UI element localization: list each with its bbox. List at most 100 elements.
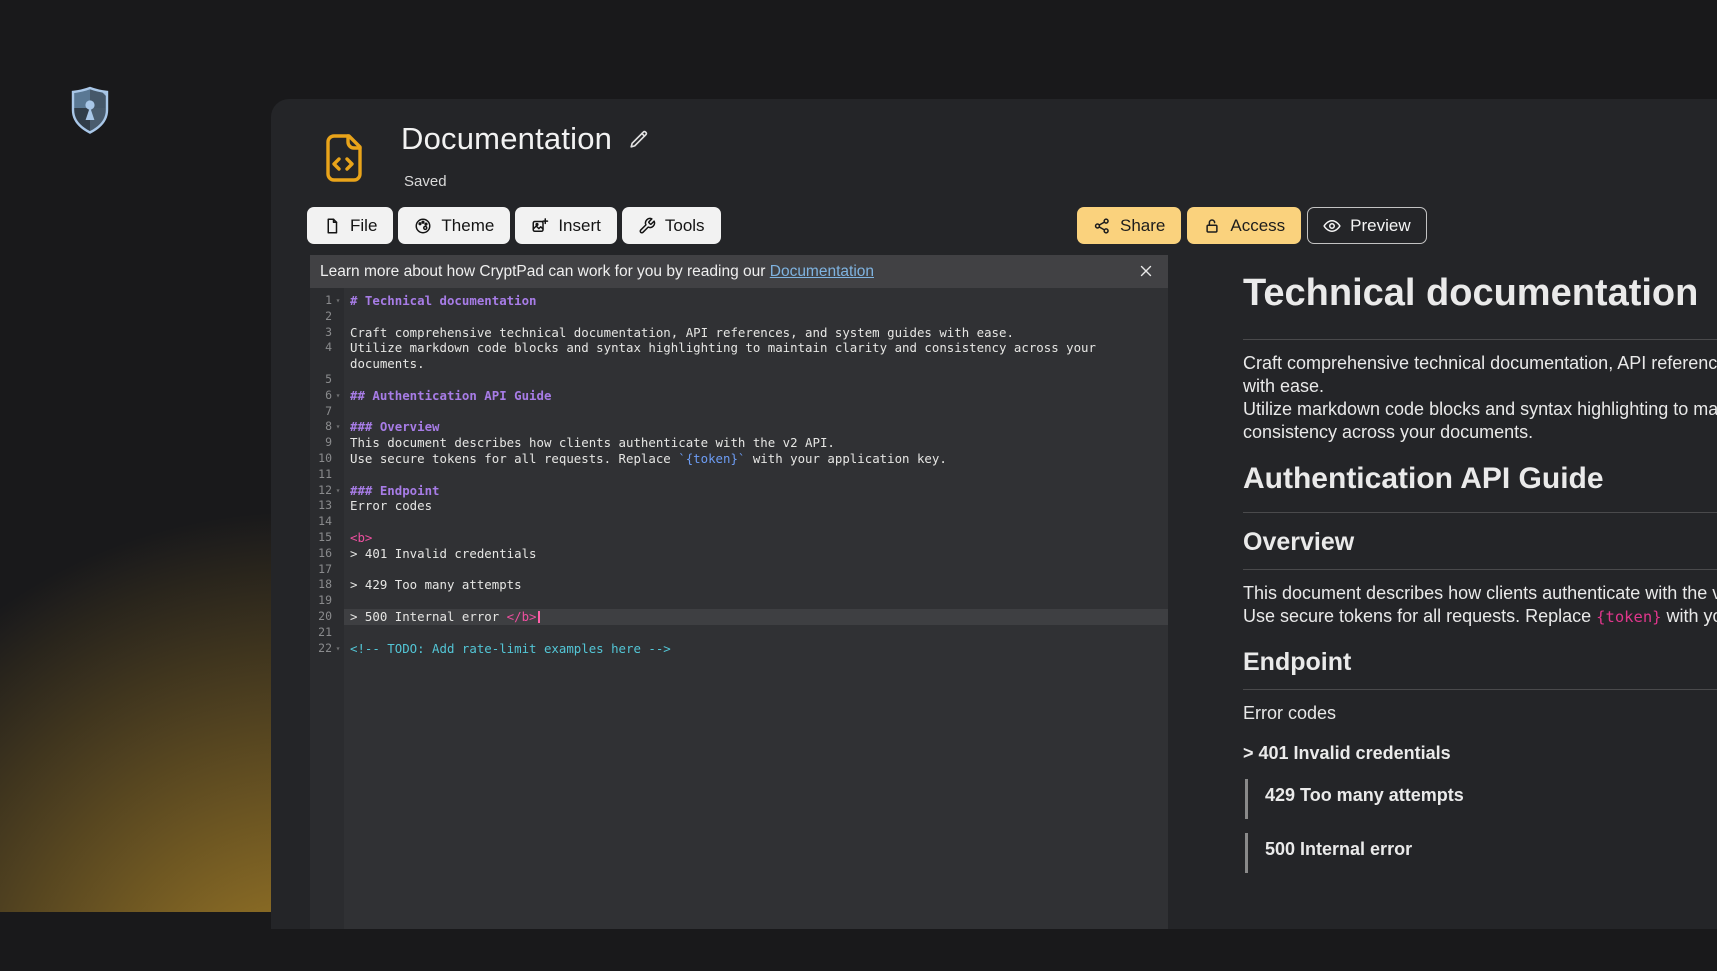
code-line-19[interactable]: 19 bbox=[310, 593, 1168, 609]
line-number: 16 bbox=[310, 546, 332, 562]
fold-arrow-icon[interactable]: ▾ bbox=[332, 483, 344, 499]
markdown-preview-pane[interactable]: Technical documentation Craft comprehensi… bbox=[1169, 255, 1717, 971]
preview-text-row: Error codes bbox=[1243, 702, 1717, 725]
code-token: Utilize markdown code blocks and syntax … bbox=[350, 340, 1096, 355]
code-line-16[interactable]: 16> 401 Invalid credentials bbox=[310, 546, 1168, 562]
cryptpad-shield-logo[interactable] bbox=[70, 86, 110, 136]
code-line-17[interactable]: 17 bbox=[310, 562, 1168, 578]
line-number bbox=[310, 356, 332, 372]
code-line-12[interactable]: 12▾### Endpoint bbox=[310, 483, 1168, 499]
line-number: 15 bbox=[310, 530, 332, 546]
preview-heading-h3: Endpoint bbox=[1243, 645, 1717, 679]
code-line-13[interactable]: 13Error codes bbox=[310, 498, 1168, 514]
code-text bbox=[344, 309, 1168, 325]
menu-button-label: File bbox=[350, 216, 377, 236]
close-icon[interactable] bbox=[1137, 262, 1155, 280]
action-buttons: Share Access Preview bbox=[1077, 207, 1427, 244]
code-line-7[interactable]: 7 bbox=[310, 404, 1168, 420]
line-number: 4 bbox=[310, 340, 332, 356]
line-number: 17 bbox=[310, 562, 332, 578]
menu-button-insert[interactable]: Insert bbox=[515, 207, 617, 244]
code-line-8[interactable]: 8▾### Overview bbox=[310, 419, 1168, 435]
info-banner: Learn more about how CryptPad can work f… bbox=[310, 255, 1168, 288]
line-number: 10 bbox=[310, 451, 332, 467]
fold-spacer bbox=[332, 372, 344, 388]
pencil-icon[interactable] bbox=[628, 128, 650, 150]
app-window: Documentation Saved FileThemeInsertTools… bbox=[271, 99, 1717, 929]
document-title: Documentation bbox=[401, 121, 612, 157]
line-number: 2 bbox=[310, 309, 332, 325]
fold-arrow-icon[interactable]: ▾ bbox=[332, 293, 344, 309]
line-number: 18 bbox=[310, 577, 332, 593]
preview-paragraph: Craft comprehensive technical documentat… bbox=[1243, 352, 1717, 444]
fold-spacer bbox=[332, 435, 344, 451]
access-button[interactable]: Access bbox=[1187, 207, 1301, 244]
line-number: 9 bbox=[310, 435, 332, 451]
code-text bbox=[344, 514, 1168, 530]
code-line-5[interactable]: 5 bbox=[310, 372, 1168, 388]
share-nodes-icon bbox=[1093, 217, 1111, 235]
code-line-11[interactable]: 11 bbox=[310, 467, 1168, 483]
code-line-continuation[interactable]: documents. bbox=[310, 356, 1168, 372]
preview-text-row: This document describes how clients auth… bbox=[1243, 582, 1717, 605]
code-line-6[interactable]: 6▾## Authentication API Guide bbox=[310, 388, 1168, 404]
menu-button-file[interactable]: File bbox=[307, 207, 393, 244]
code-line-10[interactable]: 10 Use secure tokens for all requests. Re… bbox=[310, 451, 1168, 467]
code-text: ### Overview bbox=[344, 419, 1168, 435]
line-number: 20 bbox=[310, 609, 332, 625]
line-number: 11 bbox=[310, 467, 332, 483]
fold-arrow-icon[interactable]: ▾ bbox=[332, 419, 344, 435]
preview-text-row: Craft comprehensive technical documentat… bbox=[1243, 352, 1717, 375]
fold-spacer bbox=[332, 625, 344, 641]
preview-text-row: Utilize markdown code blocks and syntax … bbox=[1243, 398, 1717, 421]
code-line-22[interactable]: 22▾<!-- TODO: Add rate-limit examples he… bbox=[310, 641, 1168, 657]
code-line-1[interactable]: 1▾# Technical documentation bbox=[310, 293, 1168, 309]
preview-text-row: Use secure tokens for all requests. Repl… bbox=[1243, 605, 1717, 629]
code-token: <!-- TODO: Add rate-limit examples here … bbox=[350, 641, 671, 656]
preview-paragraph: Error codes bbox=[1243, 702, 1717, 725]
code-token: > 429 Too many attempts bbox=[350, 577, 522, 592]
code-line-3[interactable]: 3Craft comprehensive technical documenta… bbox=[310, 325, 1168, 341]
code-line-21[interactable]: 21 bbox=[310, 625, 1168, 641]
menu-button-label: Tools bbox=[665, 216, 705, 236]
preview-heading-h1: Technical documentation bbox=[1243, 271, 1717, 315]
menu-button-theme[interactable]: Theme bbox=[398, 207, 510, 244]
preview-text-row: consistency across your documents. bbox=[1243, 421, 1717, 444]
preview-blockquote: 429 Too many attempts bbox=[1245, 779, 1717, 819]
code-editor[interactable]: 1▾# Technical documentation23Craft compr… bbox=[310, 288, 1168, 929]
code-line-20[interactable]: 20 > 500 Internal error </b> bbox=[310, 609, 1168, 625]
fold-spacer bbox=[332, 356, 344, 372]
preview-divider bbox=[1243, 569, 1717, 570]
fold-arrow-icon[interactable]: ▾ bbox=[332, 388, 344, 404]
code-text: Craft comprehensive technical documentat… bbox=[344, 325, 1168, 341]
fold-spacer bbox=[332, 609, 344, 625]
code-line-2[interactable]: 2 bbox=[310, 309, 1168, 325]
fold-spacer bbox=[332, 467, 344, 483]
code-text: > 500 Internal error </b> bbox=[344, 609, 1168, 625]
fold-arrow-icon[interactable]: ▾ bbox=[332, 641, 344, 657]
code-line-4[interactable]: 4 Utilize markdown code blocks and syntax… bbox=[310, 340, 1168, 356]
preview-paragraph: This document describes how clients auth… bbox=[1243, 582, 1717, 629]
fold-spacer bbox=[332, 577, 344, 593]
code-line-18[interactable]: 18 > 429 Too many attempts bbox=[310, 577, 1168, 593]
code-token: documents. bbox=[350, 356, 425, 371]
code-line-15[interactable]: 15 <b> bbox=[310, 530, 1168, 546]
code-token: <b> bbox=[350, 530, 372, 545]
code-line-9[interactable]: 9This document describes how clients aut… bbox=[310, 435, 1168, 451]
palette-icon bbox=[414, 217, 432, 235]
code-text: Use secure tokens for all requests. Repl… bbox=[344, 451, 1168, 467]
preview-text-row: with ease. bbox=[1243, 375, 1717, 398]
image-plus-icon bbox=[531, 217, 549, 235]
code-line-14[interactable]: 14 bbox=[310, 514, 1168, 530]
code-rows: 1▾# Technical documentation23Craft compr… bbox=[310, 288, 1168, 656]
action-button-label: Access bbox=[1230, 216, 1285, 236]
banner-documentation-link[interactable]: Documentation bbox=[770, 263, 874, 280]
share-button[interactable]: Share bbox=[1077, 207, 1181, 244]
menu-button-tools[interactable]: Tools bbox=[622, 207, 721, 244]
code-token: Error codes bbox=[350, 498, 432, 513]
line-number: 14 bbox=[310, 514, 332, 530]
preview-button[interactable]: Preview bbox=[1307, 207, 1426, 244]
fold-spacer bbox=[332, 451, 344, 467]
preview-text: This document describes how clients auth… bbox=[1243, 583, 1717, 603]
code-text: ## Authentication API Guide bbox=[344, 388, 1168, 404]
